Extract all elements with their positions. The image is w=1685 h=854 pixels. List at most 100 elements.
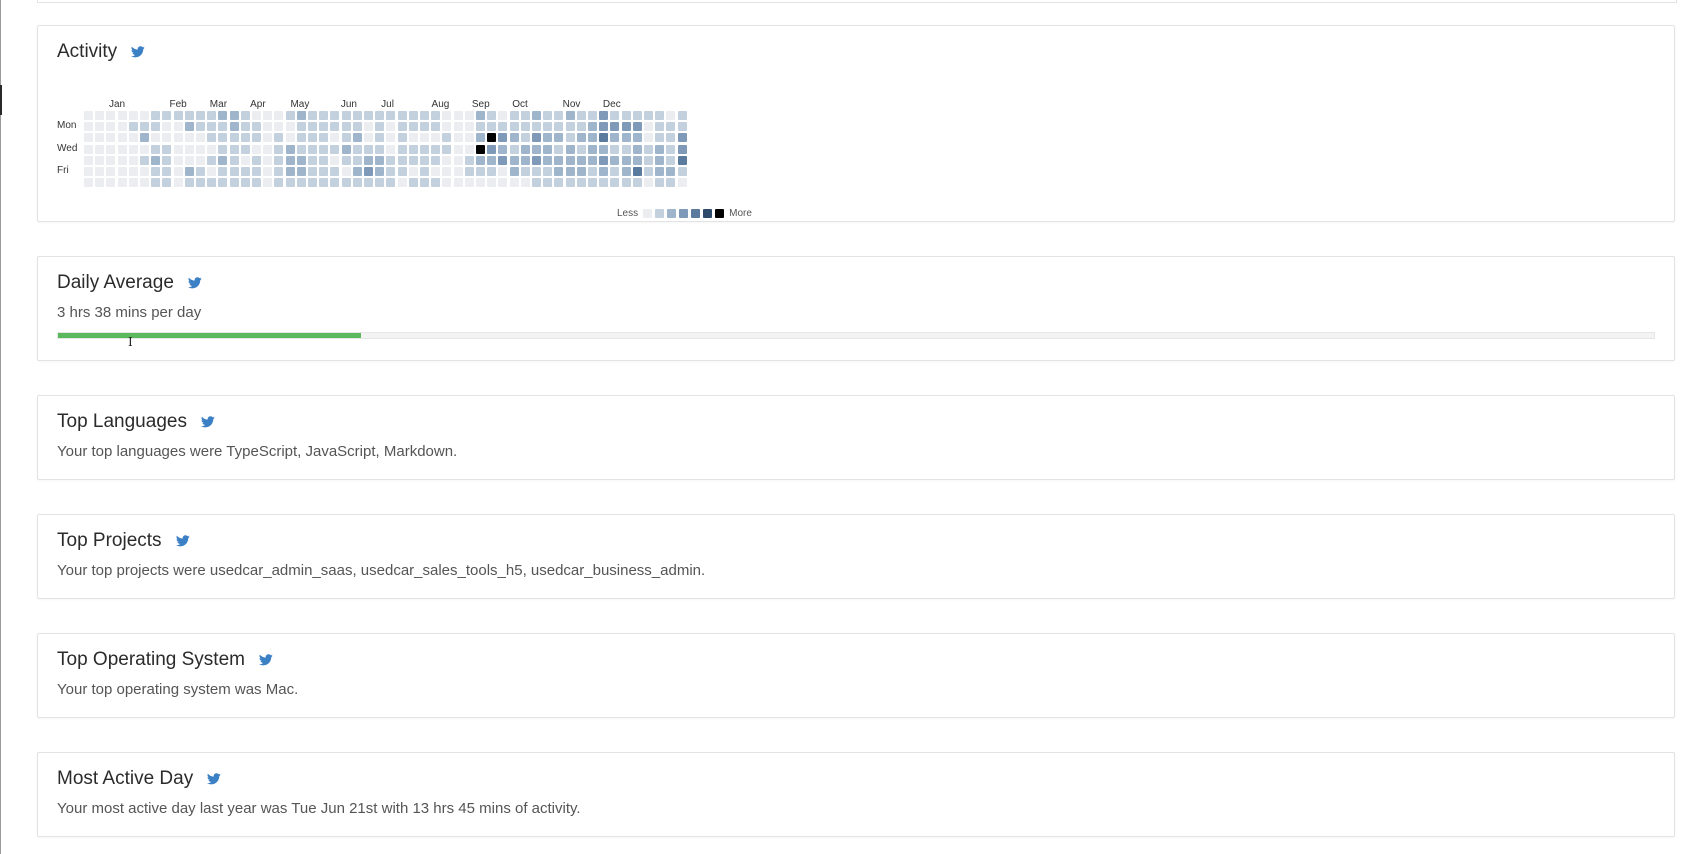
- activity-day-cell[interactable]: [95, 144, 105, 154]
- activity-day-cell[interactable]: [464, 133, 474, 143]
- activity-day-cell[interactable]: [666, 155, 676, 165]
- activity-day-cell[interactable]: [655, 111, 665, 120]
- activity-day-cell[interactable]: [532, 155, 541, 165]
- activity-day-cell[interactable]: [341, 155, 351, 165]
- activity-day-cell[interactable]: [520, 111, 530, 120]
- activity-day-cell[interactable]: [532, 167, 541, 176]
- activity-day-cell[interactable]: [375, 144, 385, 154]
- activity-day-cell[interactable]: [621, 111, 631, 120]
- activity-day-cell[interactable]: [509, 133, 519, 143]
- activity-day-cell[interactable]: [610, 122, 620, 132]
- activity-day-cell[interactable]: [196, 144, 205, 154]
- activity-day-cell[interactable]: [610, 155, 620, 165]
- activity-day-cell[interactable]: [588, 167, 597, 176]
- activity-day-cell[interactable]: [532, 133, 541, 143]
- activity-day-cell[interactable]: [184, 178, 194, 188]
- activity-day-cell[interactable]: [509, 144, 519, 154]
- activity-day-cell[interactable]: [655, 133, 665, 143]
- activity-day-cell[interactable]: [207, 122, 217, 132]
- activity-day-cell[interactable]: [621, 155, 631, 165]
- activity-day-cell[interactable]: [173, 178, 183, 188]
- activity-day-cell[interactable]: [431, 133, 441, 143]
- activity-day-cell[interactable]: [330, 133, 340, 143]
- activity-day-cell[interactable]: [151, 144, 161, 154]
- activity-day-cell[interactable]: [576, 155, 586, 165]
- activity-day-cell[interactable]: [520, 144, 530, 154]
- activity-day-cell[interactable]: [453, 111, 463, 120]
- activity-day-cell[interactable]: [218, 144, 228, 154]
- activity-day-cell[interactable]: [263, 133, 273, 143]
- activity-day-cell[interactable]: [621, 178, 631, 188]
- activity-day-cell[interactable]: [229, 133, 239, 143]
- activity-day-cell[interactable]: [599, 178, 609, 188]
- activity-day-cell[interactable]: [420, 178, 429, 188]
- activity-day-cell[interactable]: [106, 178, 116, 188]
- activity-day-cell[interactable]: [408, 178, 418, 188]
- activity-day-cell[interactable]: [599, 155, 609, 165]
- activity-day-cell[interactable]: [408, 111, 418, 120]
- activity-day-cell[interactable]: [565, 111, 575, 120]
- activity-day-cell[interactable]: [229, 144, 239, 154]
- activity-day-cell[interactable]: [498, 167, 508, 176]
- activity-day-cell[interactable]: [95, 155, 105, 165]
- activity-day-cell[interactable]: [610, 133, 620, 143]
- activity-day-cell[interactable]: [117, 178, 127, 188]
- activity-day-cell[interactable]: [285, 144, 295, 154]
- activity-day-cell[interactable]: [184, 167, 194, 176]
- activity-day-cell[interactable]: [308, 111, 317, 120]
- activity-day-cell[interactable]: [184, 144, 194, 154]
- activity-day-cell[interactable]: [532, 178, 541, 188]
- activity-day-cell[interactable]: [207, 133, 217, 143]
- activity-day-cell[interactable]: [263, 122, 273, 132]
- activity-day-cell[interactable]: [677, 144, 687, 154]
- activity-day-cell[interactable]: [364, 178, 373, 188]
- activity-day-cell[interactable]: [476, 133, 485, 143]
- activity-day-cell[interactable]: [296, 122, 306, 132]
- activity-day-cell[interactable]: [330, 111, 340, 120]
- activity-day-cell[interactable]: [240, 111, 250, 120]
- activity-day-cell[interactable]: [509, 167, 519, 176]
- activity-day-cell[interactable]: [140, 144, 149, 154]
- activity-day-cell[interactable]: [476, 122, 485, 132]
- activity-day-cell[interactable]: [117, 111, 127, 120]
- activity-day-cell[interactable]: [151, 155, 161, 165]
- activity-day-cell[interactable]: [621, 133, 631, 143]
- activity-day-cell[interactable]: [386, 111, 396, 120]
- activity-day-cell[interactable]: [576, 122, 586, 132]
- activity-day-cell[interactable]: [95, 133, 105, 143]
- activity-day-cell[interactable]: [677, 122, 687, 132]
- activity-day-cell[interactable]: [95, 167, 105, 176]
- activity-day-cell[interactable]: [520, 178, 530, 188]
- activity-day-cell[interactable]: [296, 133, 306, 143]
- activity-day-cell[interactable]: [184, 111, 194, 120]
- activity-day-cell[interactable]: [319, 122, 329, 132]
- activity-day-cell[interactable]: [632, 133, 642, 143]
- activity-day-cell[interactable]: [140, 178, 149, 188]
- activity-day-cell[interactable]: [487, 111, 497, 120]
- activity-day-cell[interactable]: [218, 111, 228, 120]
- activity-day-cell[interactable]: [229, 155, 239, 165]
- activity-day-cell[interactable]: [565, 178, 575, 188]
- activity-day-cell[interactable]: [644, 167, 653, 176]
- activity-day-cell[interactable]: [520, 167, 530, 176]
- activity-day-cell[interactable]: [330, 178, 340, 188]
- activity-day-cell[interactable]: [352, 178, 362, 188]
- activity-day-cell[interactable]: [106, 167, 116, 176]
- activity-day-cell[interactable]: [341, 167, 351, 176]
- activity-day-cell[interactable]: [319, 133, 329, 143]
- twitter-icon[interactable]: [175, 535, 190, 547]
- activity-day-cell[interactable]: [442, 122, 452, 132]
- activity-day-cell[interactable]: [565, 144, 575, 154]
- activity-day-cell[interactable]: [632, 167, 642, 176]
- activity-day-cell[interactable]: [252, 111, 261, 120]
- activity-day-cell[interactable]: [296, 155, 306, 165]
- activity-day-cell[interactable]: [128, 133, 138, 143]
- activity-day-cell[interactable]: [655, 122, 665, 132]
- activity-day-cell[interactable]: [341, 178, 351, 188]
- activity-day-cell[interactable]: [207, 178, 217, 188]
- activity-day-cell[interactable]: [375, 178, 385, 188]
- activity-day-cell[interactable]: [296, 167, 306, 176]
- activity-day-cell[interactable]: [632, 122, 642, 132]
- activity-day-cell[interactable]: [408, 155, 418, 165]
- activity-day-cell[interactable]: [252, 122, 261, 132]
